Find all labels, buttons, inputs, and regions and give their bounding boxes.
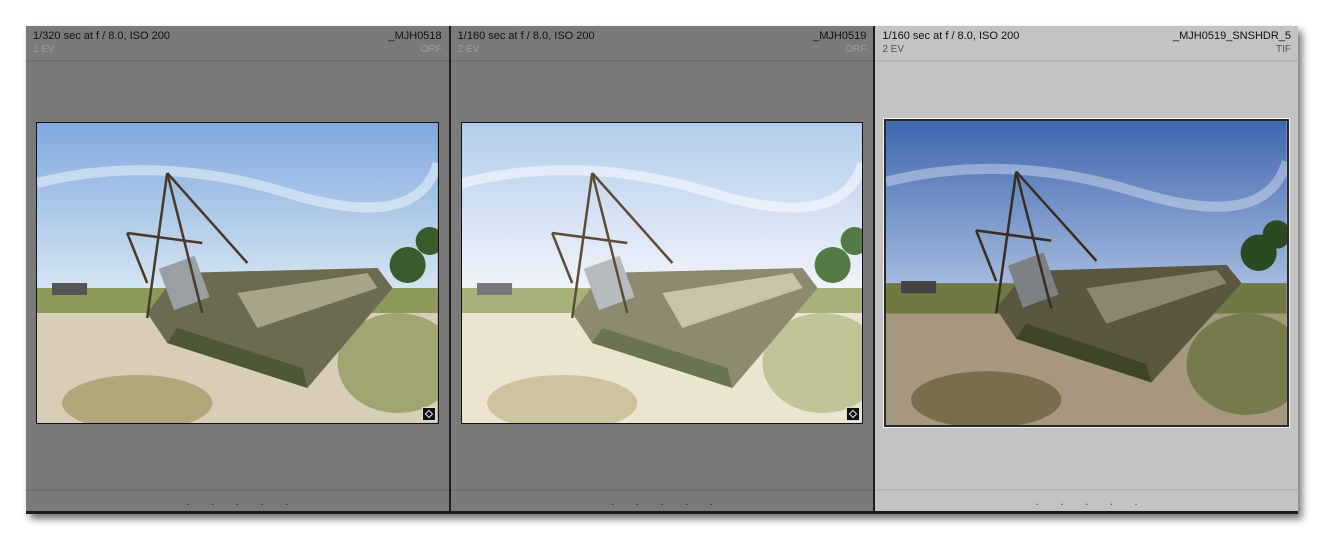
filename: _MJH0518	[388, 30, 442, 42]
ev-value: 1 EV	[33, 44, 55, 55]
grid-cell-1[interactable]: 1/320 sec at f / 8.0, ISO 200 _MJH0518 1…	[26, 26, 449, 511]
file-type: ORF	[845, 44, 867, 55]
ev-value: 2 EV	[882, 44, 905, 55]
file-type: ORF	[420, 44, 442, 55]
star-rating[interactable]: . . . . .	[1027, 495, 1147, 507]
develop-settings-badge[interactable]	[846, 407, 861, 421]
cell-info-header: 1/160 sec at f / 8.0, ISO 200 _MJH0519_S…	[875, 26, 1299, 62]
photo-thumbnail[interactable]	[36, 122, 439, 424]
filmstrip-grid: 1/320 sec at f / 8.0, ISO 200 _MJH0518 1…	[26, 26, 1299, 514]
grid-cell-2[interactable]: 1/160 sec at f / 8.0, ISO 200 _MJH0519 2…	[450, 26, 874, 511]
boat-photo	[461, 123, 863, 423]
file-type: TIF	[1276, 44, 1292, 55]
cell-info-header: 1/160 sec at f / 8.0, ISO 200 _MJH0519 2…	[450, 26, 874, 62]
filename: _MJH0519_SNSHDR_5	[1173, 30, 1292, 42]
photo-thumbnail[interactable]	[883, 118, 1291, 428]
exposure-info: 1/320 sec at f / 8.0, ISO 200	[33, 30, 170, 42]
adjust-icon	[849, 409, 858, 419]
filename: _MJH0519	[813, 30, 867, 42]
ev-value: 2 EV	[457, 44, 480, 55]
cell-info-header: 1/320 sec at f / 8.0, ISO 200 _MJH0518 1…	[26, 26, 449, 62]
star-rating[interactable]: . . . . .	[177, 495, 297, 507]
photo-thumbnail[interactable]	[460, 122, 864, 424]
exposure-info: 1/160 sec at f / 8.0, ISO 200	[882, 30, 1020, 42]
exposure-info: 1/160 sec at f / 8.0, ISO 200	[457, 30, 595, 42]
grid-cell-3[interactable]: 1/160 sec at f / 8.0, ISO 200 _MJH0519_S…	[875, 26, 1299, 511]
boat-photo	[37, 123, 438, 423]
star-rating[interactable]: . . . . .	[602, 495, 722, 507]
boat-photo	[886, 121, 1288, 425]
adjust-icon	[424, 409, 433, 419]
develop-settings-badge[interactable]	[421, 407, 436, 421]
